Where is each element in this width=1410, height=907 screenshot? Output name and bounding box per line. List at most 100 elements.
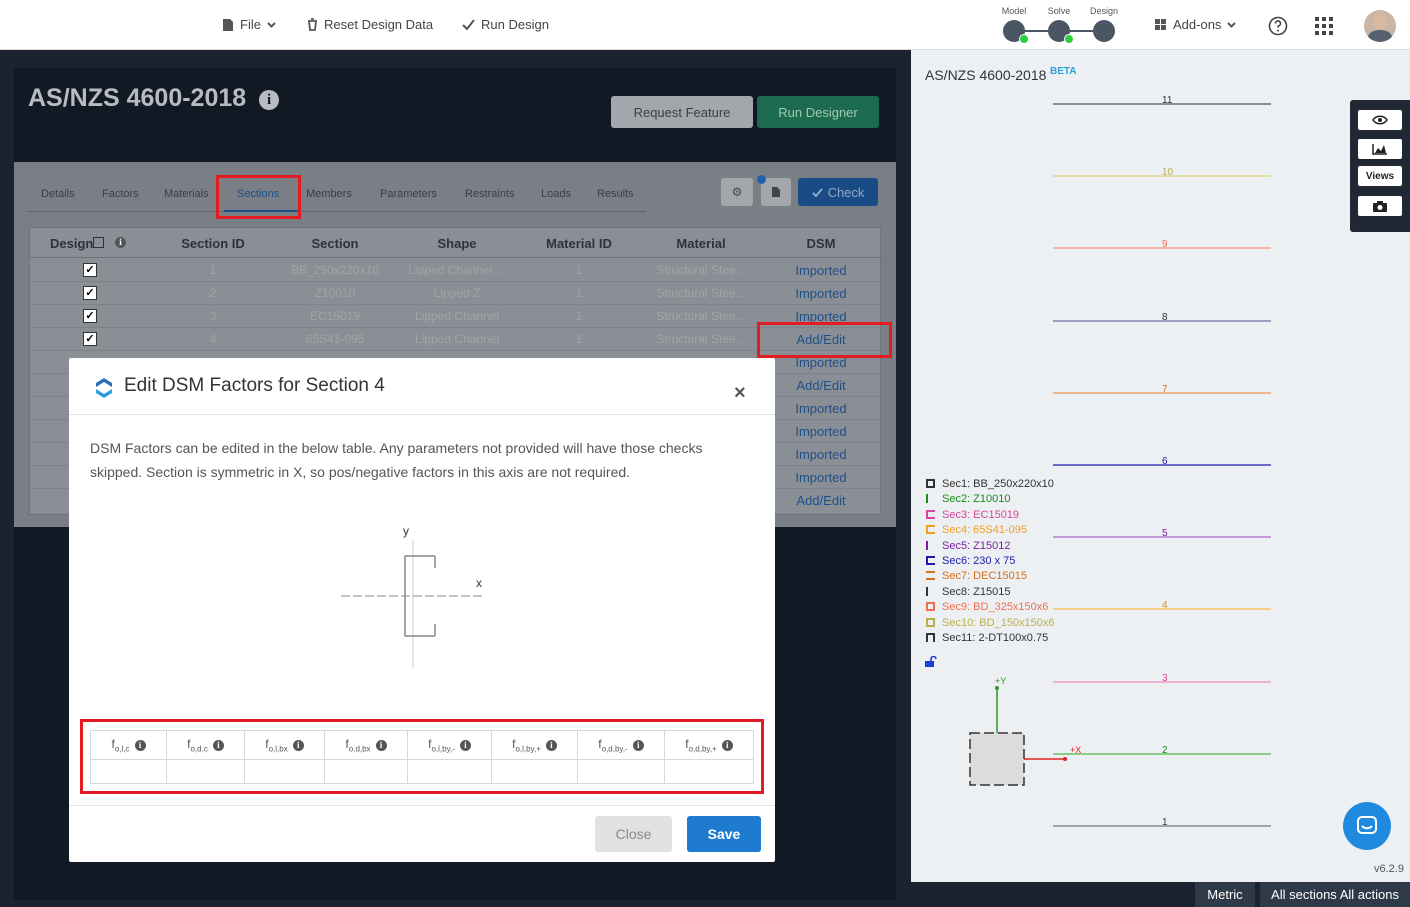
- check-label: Check: [827, 184, 865, 200]
- run-design-label: Run Design: [481, 17, 549, 32]
- filter-status[interactable]: All sections All actions: [1260, 882, 1410, 907]
- cell-shape: Lipped Channel: [414, 332, 500, 346]
- cell-shape: Lipped Channel: [414, 309, 500, 323]
- legend-item: Sec7: DEC15015: [926, 570, 1027, 582]
- close-button[interactable]: Close: [595, 816, 672, 852]
- axis-x-label: x: [476, 576, 482, 590]
- step-model[interactable]: Model: [994, 6, 1034, 44]
- screenshot-button[interactable]: [1358, 196, 1402, 216]
- document-icon: [772, 187, 780, 197]
- box-section-icon: [926, 479, 935, 488]
- report-button[interactable]: [761, 178, 791, 206]
- tab-restraints[interactable]: Restraints: [465, 188, 515, 200]
- divider: [69, 805, 775, 806]
- floor-label: 10: [1162, 167, 1174, 178]
- info-icon[interactable]: i: [115, 237, 126, 248]
- tab-parameters[interactable]: Parameters: [380, 188, 437, 200]
- dsm-link[interactable]: Imported: [760, 447, 882, 462]
- tab-materials[interactable]: Materials: [164, 188, 209, 200]
- tab-details[interactable]: Details: [41, 188, 75, 200]
- camera-icon: [1373, 201, 1387, 212]
- done-check-icon: [1064, 34, 1074, 44]
- cell-section-id: 1: [209, 263, 217, 277]
- reset-design-data-button[interactable]: Reset Design Data: [307, 17, 433, 32]
- legend-label: Sec8: Z15015: [942, 586, 1011, 598]
- design-checkbox[interactable]: ✓: [83, 309, 97, 323]
- step-design[interactable]: Design: [1084, 6, 1124, 42]
- collapse-icon[interactable]: [93, 237, 104, 248]
- design-checkbox[interactable]: ✓: [83, 286, 97, 300]
- i-section-icon: [926, 571, 935, 580]
- chat-launcher-button[interactable]: [1343, 802, 1391, 850]
- legend-label: Sec5: Z15012: [942, 540, 1011, 552]
- z-section-icon: [926, 541, 935, 550]
- z-section-icon: [926, 494, 935, 503]
- beta-badge: BETA: [1050, 66, 1077, 77]
- top-navbar: File Reset Design Data Run Design Model …: [0, 0, 1410, 50]
- settings-button[interactable]: ⚙: [721, 178, 753, 206]
- close-icon[interactable]: ×: [734, 382, 746, 405]
- cell-shape: Lipped Z: [433, 286, 481, 300]
- save-button[interactable]: Save: [687, 816, 761, 852]
- dsm-link[interactable]: Imported: [760, 424, 882, 439]
- views-button[interactable]: Views: [1358, 166, 1402, 186]
- edit-dsm-modal: Edit DSM Factors for Section 4 × DSM Fac…: [69, 358, 775, 862]
- units-toggle[interactable]: Metric: [1195, 882, 1255, 907]
- help-icon[interactable]: [1268, 16, 1288, 36]
- add-ons-label: Add-ons: [1173, 17, 1222, 32]
- table-row[interactable]: ✓ 4 65S41-095 Lipped Channel 1 Structura…: [30, 328, 882, 351]
- file-menu[interactable]: File: [222, 17, 276, 32]
- info-icon[interactable]: i: [259, 90, 280, 110]
- legend-label: Sec10: BD_150x150x6: [942, 617, 1055, 629]
- chevron-down-icon: [1227, 21, 1237, 28]
- legend-item: Sec11: 2-DT100x0.75: [926, 632, 1048, 644]
- design-tabs: Details Factors Materials Sections Membe…: [28, 186, 646, 212]
- floor-label: 11: [1162, 95, 1173, 106]
- cell-material: Structural Stee...: [656, 263, 746, 277]
- run-design-button[interactable]: Run Design: [462, 17, 549, 32]
- cell-shape: Lipped Channel ...: [408, 263, 506, 277]
- legend-item: Sec9: BD_325x150x6: [926, 601, 1048, 613]
- table-row[interactable]: ✓ 2 Z10010 Lipped Z 1 Structural Stee...…: [30, 282, 882, 305]
- tab-loads[interactable]: Loads: [541, 188, 571, 200]
- table-row[interactable]: ✓ 1 BB_250x220x10 Lipped Channel ... 1 S…: [30, 259, 882, 282]
- check-icon: [462, 19, 475, 30]
- check-button[interactable]: Check: [798, 178, 878, 206]
- visibility-button[interactable]: [1358, 110, 1402, 130]
- channel-section-icon: [926, 510, 935, 519]
- cell-material-id: 1: [575, 286, 583, 300]
- col-section-id: Section ID: [181, 236, 245, 251]
- dsm-link[interactable]: Imported: [760, 470, 882, 485]
- legend-item: Sec1: BB_250x220x10: [926, 478, 1054, 490]
- chart-button[interactable]: [1358, 139, 1402, 159]
- dsm-link[interactable]: Imported: [760, 401, 882, 416]
- avatar[interactable]: [1364, 10, 1396, 42]
- z-section-icon: [926, 587, 935, 596]
- tab-results[interactable]: Results: [597, 188, 634, 200]
- request-feature-button[interactable]: Request Feature: [611, 96, 753, 128]
- legend-label: Sec6: 230 x 75: [942, 555, 1016, 567]
- modal-description: DSM Factors can be edited in the below t…: [90, 440, 703, 480]
- design-checkbox[interactable]: ✓: [83, 332, 97, 346]
- cell-material-id: 1: [575, 309, 583, 323]
- unlock-icon[interactable]: [924, 656, 938, 668]
- design-code-title: AS/NZS 4600-2018: [925, 67, 1047, 83]
- axis-plus-x-label: +X: [1070, 745, 1082, 755]
- tab-factors[interactable]: Factors: [102, 188, 139, 200]
- dsm-link[interactable]: Add/Edit: [760, 378, 882, 393]
- version-label: v6.2.9: [1374, 863, 1404, 875]
- dsm-link[interactable]: Add/Edit: [760, 493, 882, 508]
- legend-item: Sec10: BD_150x150x6: [926, 617, 1055, 629]
- legend-item: Sec6: 230 x 75: [926, 555, 1015, 567]
- floor-label: 4: [1162, 600, 1168, 611]
- run-designer-button[interactable]: Run Designer: [757, 96, 879, 128]
- step-solve[interactable]: Solve: [1039, 6, 1079, 44]
- add-ons-menu[interactable]: Add-ons: [1154, 17, 1237, 32]
- apps-grid-icon[interactable]: [1315, 17, 1333, 35]
- tab-members[interactable]: Members: [306, 188, 352, 200]
- legend-label: Sec3: EC15019: [942, 509, 1020, 521]
- design-checkbox[interactable]: ✓: [83, 263, 97, 277]
- table-row[interactable]: ✓ 3 EC15019 Lipped Channel 1 Structural …: [30, 305, 882, 328]
- dsm-link[interactable]: Imported: [760, 263, 882, 278]
- dsm-link[interactable]: Imported: [760, 286, 882, 301]
